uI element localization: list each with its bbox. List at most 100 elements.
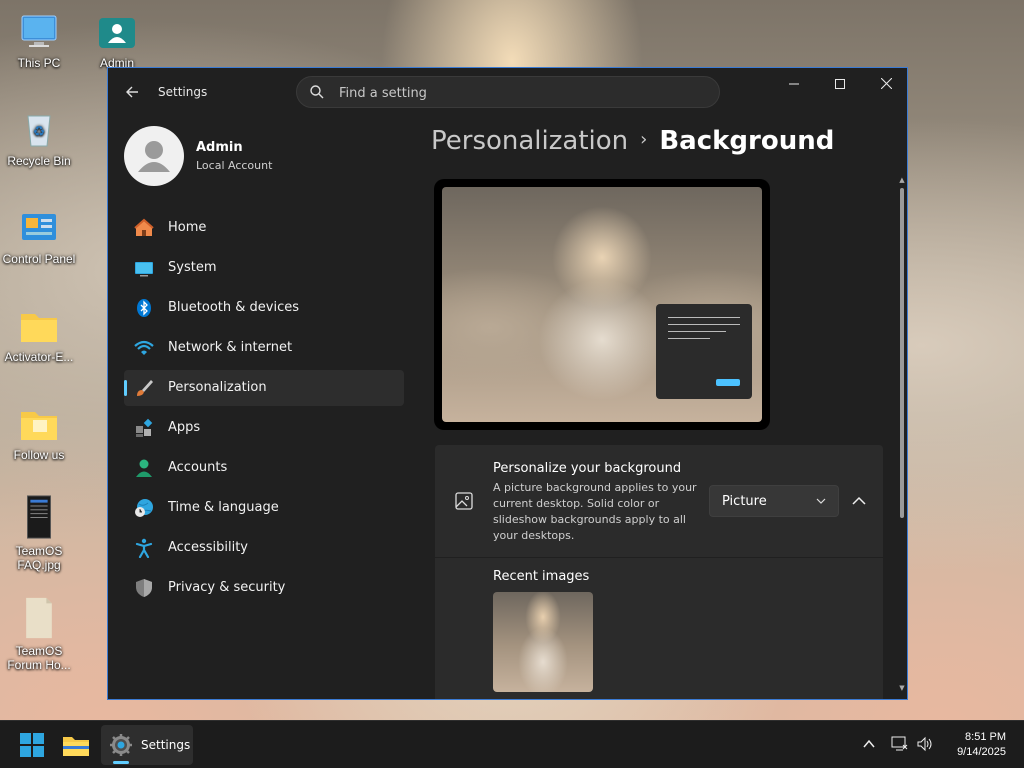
start-button[interactable]	[12, 725, 52, 765]
personalize-background-card: Personalize your background A picture ba…	[435, 445, 883, 557]
taskbar-settings-label: Settings	[141, 738, 191, 752]
desktop-icon-label: TeamOS FAQ.jpg	[15, 544, 63, 572]
folder-icon	[21, 412, 57, 440]
sidebar-item-apps[interactable]: Apps	[124, 410, 404, 446]
windows-logo-icon	[20, 733, 44, 757]
wifi-icon	[134, 340, 154, 355]
dropdown-value: Picture	[722, 494, 767, 509]
sidebar-item-label: Time & language	[168, 500, 279, 515]
desktop-icon-label: Recycle Bin	[7, 154, 71, 168]
active-app-indicator	[113, 761, 129, 764]
breadcrumb-parent[interactable]: Personalization	[431, 126, 628, 156]
recent-image-thumbnail[interactable]	[493, 592, 593, 692]
desktop-icon-recycle-bin[interactable]: ♻ Recycle Bin	[1, 110, 77, 168]
sidebar-item-label: System	[168, 260, 217, 275]
sidebar-item-label: Privacy & security	[168, 580, 286, 595]
sidebar-item-accounts[interactable]: Accounts	[124, 450, 404, 486]
desktop-icon-admin[interactable]: Admin	[79, 12, 155, 70]
sidebar-item-time-language[interactable]: Time & language	[124, 490, 404, 526]
shield-icon	[136, 579, 152, 597]
maximize-icon	[835, 79, 845, 89]
breadcrumb: Personalization › Background	[431, 126, 834, 156]
desktop-icon-this-pc[interactable]: This PC	[1, 12, 77, 70]
system-clock[interactable]: 8:51 PM 9/14/2025	[957, 730, 1006, 760]
scroll-up-arrow-icon[interactable]: ▲	[898, 176, 906, 184]
minimize-button[interactable]	[771, 68, 817, 102]
apps-icon	[136, 418, 153, 437]
control-panel-icon	[22, 214, 56, 240]
user-folder-icon	[99, 18, 135, 48]
preview-wallpaper	[442, 187, 762, 422]
sidebar-item-bluetooth[interactable]: Bluetooth & devices	[124, 290, 404, 326]
desktop-icon-activator[interactable]: Activator-E...	[1, 306, 77, 364]
image-file-icon	[27, 495, 51, 539]
sidebar-item-label: Accounts	[168, 460, 228, 475]
user-name: Admin	[196, 140, 243, 155]
app-title: Settings	[158, 85, 208, 99]
avatar	[124, 126, 184, 186]
globe-clock-icon	[135, 499, 153, 517]
recycle-bin-icon: ♻	[27, 115, 51, 147]
back-button[interactable]	[120, 80, 144, 104]
preview-window-mock	[656, 304, 752, 399]
taskbar: Settings 8:51 PM 9/14/2025	[0, 720, 1024, 768]
background-type-dropdown[interactable]: Picture	[709, 485, 839, 517]
sidebar-item-home[interactable]: Home	[124, 210, 404, 246]
image-icon	[455, 492, 473, 510]
file-explorer-icon	[63, 737, 89, 756]
file-explorer-button[interactable]	[56, 725, 96, 765]
svg-text:♻: ♻	[33, 123, 46, 139]
desktop-icon-label: This PC	[17, 56, 61, 70]
sidebar-item-label: Accessibility	[168, 540, 248, 555]
volume-icon[interactable]	[916, 735, 934, 753]
sidebar-item-privacy-security[interactable]: Privacy & security	[124, 570, 404, 606]
gear-icon	[110, 734, 132, 756]
accounts-icon	[136, 459, 152, 477]
monitor-icon	[21, 15, 57, 47]
background-preview	[434, 179, 770, 430]
taskbar-settings-button[interactable]: Settings	[101, 725, 193, 765]
sidebar-item-label: Personalization	[168, 380, 267, 395]
back-arrow-icon	[126, 86, 138, 98]
collapse-button[interactable]	[847, 489, 871, 513]
search-input[interactable]	[337, 83, 701, 103]
desktop-icon-teamos-faq[interactable]: TeamOS FAQ.jpg	[1, 494, 77, 572]
recent-images-title: Recent images	[493, 569, 590, 584]
folder-icon	[21, 314, 57, 342]
brush-icon	[137, 380, 153, 396]
network-icon[interactable]	[891, 735, 909, 753]
maximize-button[interactable]	[817, 68, 863, 102]
page-title: Background	[659, 126, 835, 156]
scroll-down-arrow-icon[interactable]: ▼	[898, 684, 906, 692]
bluetooth-icon	[137, 299, 151, 317]
minimize-icon	[789, 83, 799, 85]
desktop-icon-teamos-forum[interactable]: TeamOS Forum Ho...	[1, 596, 77, 672]
clock-time: 8:51 PM	[965, 731, 1006, 743]
user-silhouette-icon	[138, 141, 170, 172]
account-type: Local Account	[196, 159, 273, 172]
search-icon	[310, 85, 324, 99]
card-description: A picture background applies to your cur…	[493, 481, 697, 542]
sidebar-item-label: Bluetooth & devices	[168, 300, 299, 315]
home-icon	[134, 218, 154, 236]
sidebar-item-system[interactable]: System	[124, 250, 404, 286]
scrollbar-thumb[interactable]	[900, 188, 904, 518]
desktop-icon-label: Control Panel	[2, 252, 76, 266]
desktop-icon-label: Follow us	[13, 448, 65, 462]
chevron-down-icon	[816, 498, 826, 504]
close-icon	[880, 77, 892, 90]
system-icon	[135, 262, 153, 277]
desktop-icon-label: TeamOS Forum Ho...	[7, 644, 71, 672]
settings-window: Settings Admin Local Account Home System	[107, 67, 908, 700]
scrollbar[interactable]: ▲ ▼	[898, 176, 906, 699]
sidebar-item-accessibility[interactable]: Accessibility	[124, 530, 404, 566]
desktop-icon-control-panel[interactable]: Control Panel	[1, 208, 77, 266]
search-box[interactable]	[296, 76, 720, 108]
document-icon	[26, 597, 52, 639]
close-button[interactable]	[863, 68, 907, 102]
chevron-up-icon[interactable]	[860, 735, 878, 753]
desktop-icon-follow-us[interactable]: Follow us	[1, 404, 77, 462]
sidebar-item-personalization[interactable]: Personalization	[124, 370, 404, 406]
sidebar-item-network[interactable]: Network & internet	[124, 330, 404, 366]
chevron-up-icon	[852, 496, 866, 505]
